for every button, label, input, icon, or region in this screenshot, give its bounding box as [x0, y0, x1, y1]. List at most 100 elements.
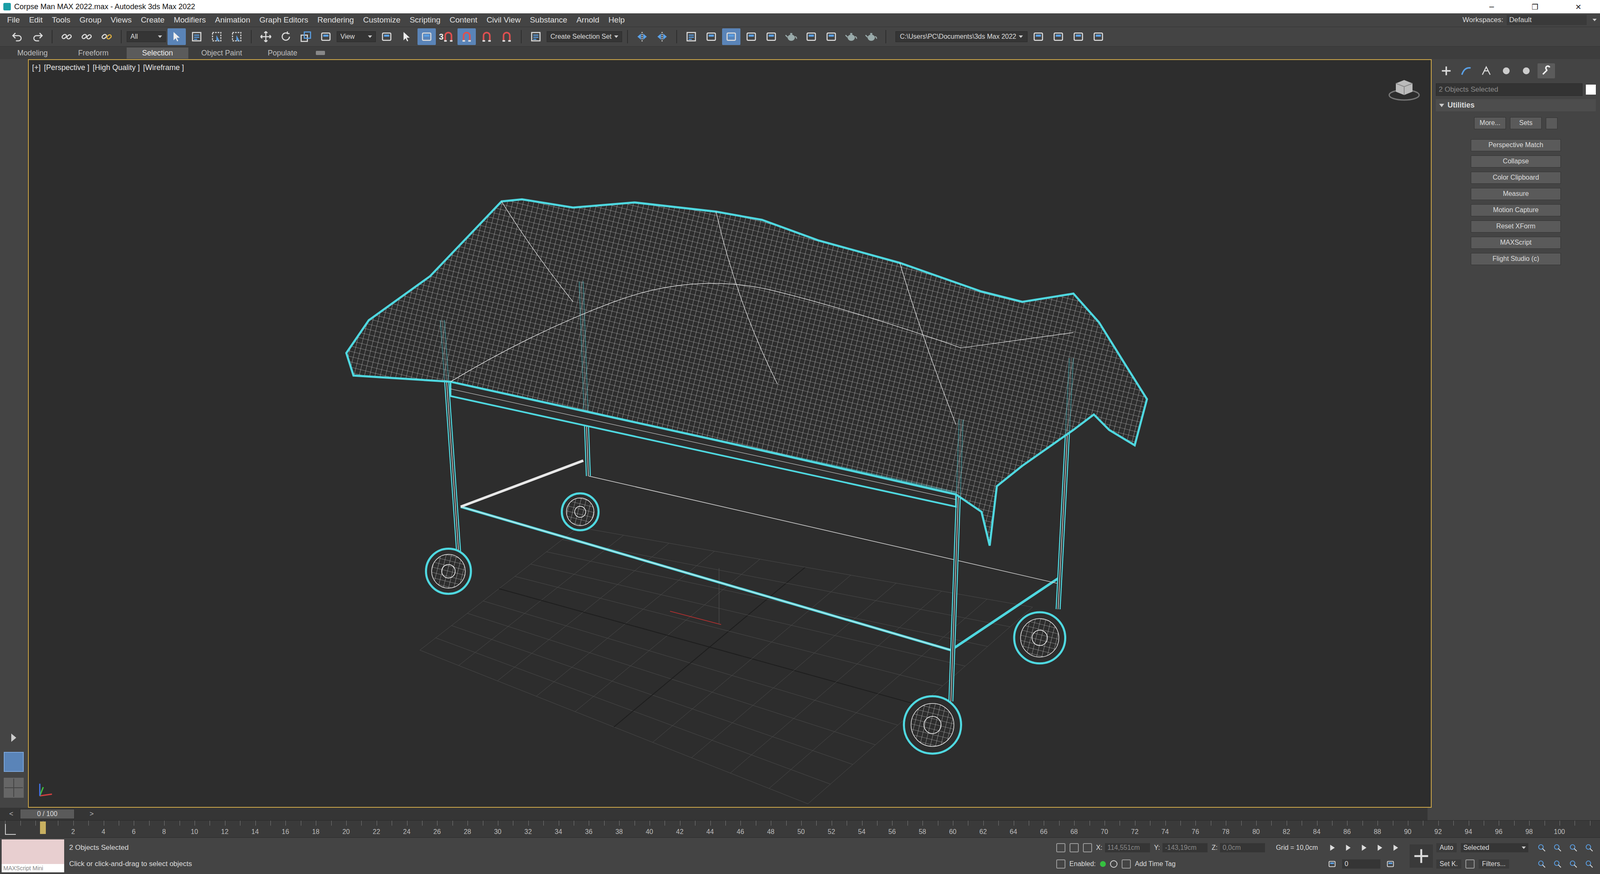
menu-item[interactable]: Tools [47, 14, 75, 26]
rollout-header[interactable]: Utilities [1435, 99, 1596, 112]
menu-item[interactable]: File [2, 14, 25, 26]
key-mode-button[interactable] [1326, 857, 1338, 870]
rotate-button[interactable] [276, 28, 295, 45]
configure-sets-icon[interactable] [1545, 117, 1558, 130]
adaptive-degradation-icon[interactable] [1056, 859, 1066, 869]
window-control-button[interactable]: ─ [1470, 2, 1514, 12]
render-button[interactable] [842, 28, 861, 45]
ribbon-tab[interactable]: Populate [255, 47, 310, 59]
current-frame-field[interactable]: 0 [1342, 859, 1381, 869]
single-layout-icon[interactable] [3, 751, 24, 772]
hierarchy-tab[interactable] [1477, 63, 1495, 79]
place-button[interactable] [316, 28, 335, 45]
menu-item[interactable]: Customize [358, 14, 405, 26]
sheet-mesh[interactable] [346, 199, 1147, 546]
key-tangent-icon[interactable] [1465, 859, 1475, 869]
render-setup-button[interactable] [802, 28, 821, 45]
menu-item[interactable]: Views [106, 14, 137, 26]
manip-button[interactable] [397, 28, 416, 45]
perspective-viewport[interactable]: [+][Perspective ][High Quality ][Wirefra… [27, 59, 1432, 808]
utility-button[interactable]: Perspective Match [1470, 139, 1561, 152]
link-button[interactable] [57, 28, 76, 45]
absolute-mode-icon[interactable] [1082, 842, 1093, 853]
viewport-menu-label[interactable]: [High Quality ] [92, 63, 140, 73]
next-frame-button[interactable]: > [85, 809, 98, 818]
angle-button[interactable] [457, 28, 476, 45]
utility-button[interactable]: Motion Capture [1470, 204, 1561, 217]
auto-key-button[interactable]: Auto [1436, 842, 1457, 853]
snap-button[interactable]: 3 [437, 28, 456, 45]
mirror-button[interactable] [632, 28, 652, 45]
project-button[interactable] [1049, 28, 1068, 45]
menu-item[interactable]: Substance [525, 14, 573, 26]
time-slider[interactable]: < 0 / 100 > [0, 807, 1428, 820]
menu-item[interactable]: Help [603, 14, 630, 26]
navigation-button[interactable] [1551, 857, 1564, 870]
material-button[interactable] [782, 28, 801, 45]
viewport-menu-label[interactable]: [Wireframe ] [143, 63, 185, 73]
viewport-menu-label[interactable]: [Perspective ] [44, 63, 90, 73]
object-color-swatch[interactable] [1585, 84, 1596, 95]
playback-button[interactable] [1342, 841, 1354, 854]
named-button[interactable] [526, 28, 545, 45]
key-filters-button[interactable]: Filters... [1478, 859, 1510, 869]
time-tag-icon[interactable] [1121, 859, 1131, 869]
utility-button[interactable]: Flight Studio (c) [1470, 252, 1561, 265]
percent-button[interactable] [477, 28, 496, 45]
project-button[interactable] [1069, 28, 1088, 45]
playback-button[interactable] [1389, 841, 1402, 854]
menu-item[interactable]: Modifiers [169, 14, 211, 26]
spinner-button[interactable] [497, 28, 516, 45]
set-key-mode-button[interactable]: Set K. [1436, 859, 1462, 869]
region-button[interactable] [207, 28, 226, 45]
move-button[interactable] [256, 28, 275, 45]
viewcube-icon[interactable] [1387, 76, 1421, 102]
set-key-button[interactable] [1409, 844, 1433, 868]
scale-button[interactable] [296, 28, 315, 45]
pivot-button[interactable] [377, 28, 396, 45]
playback-button[interactable] [1326, 841, 1338, 854]
display-tab[interactable] [1517, 63, 1535, 79]
create-tab[interactable] [1437, 63, 1455, 79]
utility-button[interactable]: Sets [1510, 117, 1542, 130]
motion-tab[interactable] [1497, 63, 1515, 79]
schematic-button[interactable] [762, 28, 781, 45]
curve-editor-toggle-icon[interactable] [5, 823, 16, 835]
coordinate-field[interactable]: X:114,551cm [1096, 842, 1150, 853]
menu-item[interactable]: Graph Editors [255, 14, 313, 26]
undo-button[interactable] [8, 28, 27, 45]
curve-button[interactable] [742, 28, 761, 45]
crossing-button[interactable] [227, 28, 246, 45]
utility-button[interactable]: Collapse [1470, 155, 1561, 168]
modify-tab[interactable] [1457, 63, 1475, 79]
toolbar-dropdown[interactable]: View [336, 31, 376, 43]
list-button[interactable] [187, 28, 206, 45]
project-path-dropdown[interactable]: C:\Users\PC\Documents\3ds Max 2022 [895, 31, 1028, 43]
track-bar[interactable]: 2468101214161820222426283032343638404244… [0, 820, 1600, 838]
navigation-button[interactable] [1567, 841, 1580, 854]
toolbar-dropdown[interactable]: Create Selection Set [546, 31, 623, 43]
ribbon-options-icon[interactable] [315, 50, 325, 55]
menu-item[interactable]: Group [75, 14, 107, 26]
keyboard-button[interactable] [417, 28, 436, 45]
project-button[interactable] [1029, 28, 1048, 45]
window-control-button[interactable]: ✕ [1556, 2, 1600, 12]
navigation-button[interactable] [1567, 857, 1580, 870]
enabled-option-icon[interactable] [1110, 860, 1118, 868]
toolbar-dropdown[interactable]: All [126, 31, 166, 43]
menu-item[interactable]: Create [136, 14, 170, 26]
navigation-button[interactable] [1535, 841, 1548, 854]
ribbon-tab[interactable]: Freeform [65, 47, 121, 59]
time-slider-thumb[interactable]: 0 / 100 [20, 808, 75, 819]
viewport-label[interactable]: [+][Perspective ][High Quality ][Wirefra… [32, 63, 185, 73]
time-configuration-button[interactable] [1384, 857, 1397, 870]
redo-button[interactable] [28, 28, 47, 45]
utility-button[interactable]: MAXScript [1470, 236, 1561, 249]
quad-layout-icon[interactable] [3, 777, 24, 798]
menu-item[interactable]: Content [445, 14, 483, 26]
utility-button[interactable]: Color Clipboard [1470, 171, 1561, 184]
rollout-toggle-icon[interactable] [1439, 103, 1445, 108]
lock-icon[interactable] [1069, 842, 1079, 853]
navigation-button[interactable] [1551, 841, 1564, 854]
isolate-icon[interactable] [1056, 842, 1066, 853]
